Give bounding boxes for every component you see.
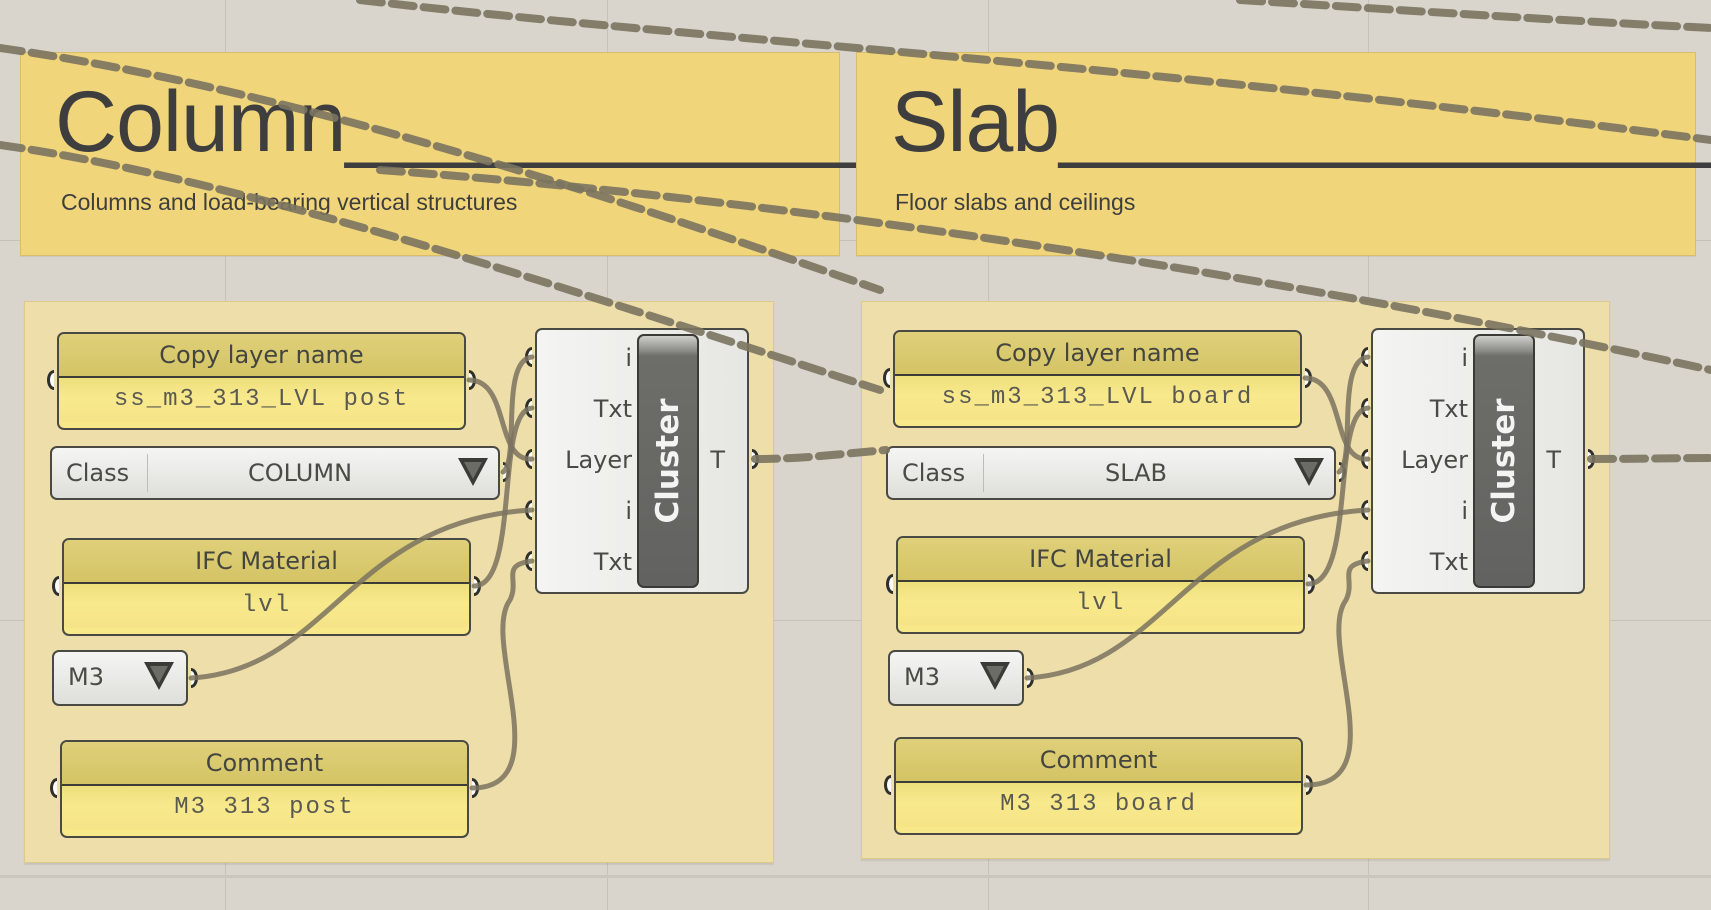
column-m3-value-list[interactable]: M3 (52, 650, 188, 706)
value-list-selected: COLUMN (247, 459, 353, 487)
value-list-label: Class (902, 459, 966, 487)
column-class-value-list[interactable]: Class COLUMN (50, 446, 500, 500)
cluster-input-label: i (1461, 344, 1468, 372)
slab-cluster[interactable]: i Txt Layer i Txt Cluster T (1371, 328, 1585, 594)
panel-value[interactable]: M3 313 post (62, 786, 467, 830)
panel-title: Comment (896, 739, 1301, 783)
dashed-wire (1236, 0, 1711, 32)
cluster-input-label: Layer (565, 446, 632, 474)
cluster-name: Cluster (650, 398, 686, 524)
column-copy-layer-panel[interactable]: Copy layer name ss_m3_313_LVL post (57, 332, 466, 430)
cluster-input-label: Txt (1429, 395, 1468, 423)
value-list-selected: M3 (68, 663, 104, 691)
slab-title: Slab______________ (891, 74, 1711, 170)
panel-value[interactable]: M3 313 board (896, 783, 1301, 827)
column-cluster[interactable]: i Txt Layer i Txt Cluster T (535, 328, 749, 594)
dropdown-arrow-icon[interactable] (980, 662, 1010, 690)
slab-ifc-material-panel[interactable]: IFC Material lvl (896, 536, 1305, 634)
cluster-input-label: Txt (593, 548, 632, 576)
panel-value[interactable]: lvl (64, 584, 469, 628)
cluster-input-label: i (1461, 497, 1468, 525)
dropdown-arrow-icon[interactable] (458, 458, 488, 486)
slab-subtitle: Floor slabs and ceilings (895, 189, 1136, 215)
cluster-name: Cluster (1486, 398, 1522, 524)
cluster-input-label: i (625, 497, 632, 525)
column-title: Column___________ (55, 74, 861, 170)
panel-title: Comment (62, 742, 467, 786)
slab-copy-layer-panel[interactable]: Copy layer name ss_m3_313_LVL board (893, 330, 1302, 428)
slab-scribble[interactable]: Slab______________ Floor slabs and ceili… (856, 52, 1711, 256)
panel-title: Copy layer name (59, 334, 464, 378)
panel-value[interactable]: ss_m3_313_LVL board (895, 376, 1300, 420)
panel-title: IFC Material (898, 538, 1303, 582)
value-list-label: Class (66, 459, 130, 487)
cluster-input-label: Layer (1401, 446, 1468, 474)
slab-comment-panel[interactable]: Comment M3 313 board (894, 737, 1303, 835)
panel-title: IFC Material (64, 540, 469, 584)
column-ifc-material-panel[interactable]: IFC Material lvl (62, 538, 471, 636)
cluster-output-label: T (1546, 446, 1561, 474)
dropdown-arrow-icon[interactable] (1294, 458, 1324, 486)
cluster-input-label: Txt (1429, 548, 1468, 576)
value-list-selected: SLAB (1104, 459, 1168, 487)
column-subtitle: Columns and load-bearing vertical struct… (61, 189, 518, 215)
cluster-name-bar: Cluster (637, 334, 699, 588)
slab-class-value-list[interactable]: Class SLAB (886, 446, 1336, 500)
column-scribble[interactable]: Column___________ Columns and load-beari… (20, 52, 861, 256)
dropdown-arrow-icon[interactable] (144, 662, 174, 690)
cluster-input-label: Txt (593, 395, 632, 423)
column-comment-panel[interactable]: Comment M3 313 post (60, 740, 469, 838)
value-list-selected: M3 (904, 663, 940, 691)
cluster-input-label: i (625, 344, 632, 372)
panel-value[interactable]: ss_m3_313_LVL post (59, 378, 464, 422)
cluster-name-bar: Cluster (1473, 334, 1535, 588)
slab-m3-value-list[interactable]: M3 (888, 650, 1024, 706)
panel-value[interactable]: lvl (898, 582, 1303, 626)
grid-line (0, 875, 1711, 878)
panel-title: Copy layer name (895, 332, 1300, 376)
cluster-output-label: T (710, 446, 725, 474)
